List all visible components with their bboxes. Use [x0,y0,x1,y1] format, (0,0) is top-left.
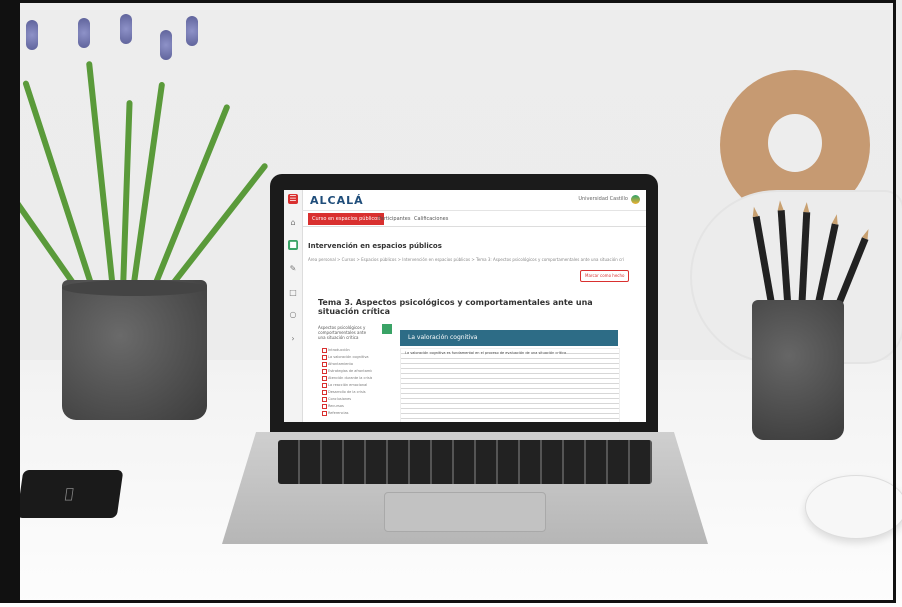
page-title: Intervención en espacios públicos [308,242,442,250]
plant-pot [62,280,207,420]
toc-item[interactable]: La valoración cognitiva [328,355,372,359]
mark-done-button[interactable]: Marcar como hecho [580,270,630,282]
section-body: La valoración cognitiva es fundamental e… [400,348,620,422]
tab-participants[interactable]: Participantes [374,213,414,225]
avatar[interactable] [631,195,640,204]
menu-icon[interactable]: ☰ [288,194,298,204]
mouse [805,475,902,539]
toc-item[interactable]: Estrategias de afrontamiento [328,369,372,373]
tab-course[interactable]: Curso en espacios públicos [308,213,384,225]
laptop-screen: ☰ ⌂ ■ ✎ □ ○ › ALCALÁ Universidad Castill… [284,190,646,422]
course-icon[interactable]: ■ [288,240,298,250]
edit-icon[interactable]: ✎ [288,264,298,274]
user-icon[interactable]: ○ [288,310,298,320]
toc-item[interactable]: Introducción [328,348,372,352]
toc-item[interactable]: Referencias [328,411,372,415]
toc-item[interactable]: Recursos [328,404,372,408]
arrow-icon[interactable]: › [288,334,298,344]
section-marker [382,324,392,334]
calendar-icon[interactable]: □ [288,288,298,298]
top-bar: ALCALÁ Universidad Castillo [302,190,646,211]
course-sidebar: ☰ ⌂ ■ ✎ □ ○ › [284,190,303,422]
home-icon[interactable]: ⌂ [288,218,298,228]
course-tabs: Curso en espacios públicos Participantes… [302,212,646,227]
desk-scene:  ☰ ⌂ ■ ✎ □ ○ › ALCALÁ Universidad Casti… [0,0,902,607]
toc-item[interactable]: Atención durante la crisis [328,376,372,380]
toc-item[interactable]: La reacción emocional [328,383,372,387]
toc-intro: Aspectos psicológicos y comportamentales… [318,325,367,340]
user-name[interactable]: Universidad Castillo [578,196,628,202]
topic-heading: Tema 3. Aspectos psicológicos y comporta… [318,298,593,316]
keyboard [278,440,652,484]
section-header: La valoración cognitiva [400,330,618,346]
toc-item[interactable]: Conclusiones [328,397,372,401]
toc-item[interactable]: Afrontamiento [328,362,372,366]
tab-grades[interactable]: Calificaciones [410,213,452,225]
breadcrumb[interactable]: Área personal > Cursos > Espacios públic… [308,257,624,262]
university-logo[interactable]: ALCALÁ [310,194,364,207]
trackpad [384,492,546,532]
toc-item[interactable]: Desarrollo de la crisis [328,390,372,394]
body-text: La valoración cognitiva es fundamental e… [405,351,567,355]
smartphone:  [16,470,124,518]
